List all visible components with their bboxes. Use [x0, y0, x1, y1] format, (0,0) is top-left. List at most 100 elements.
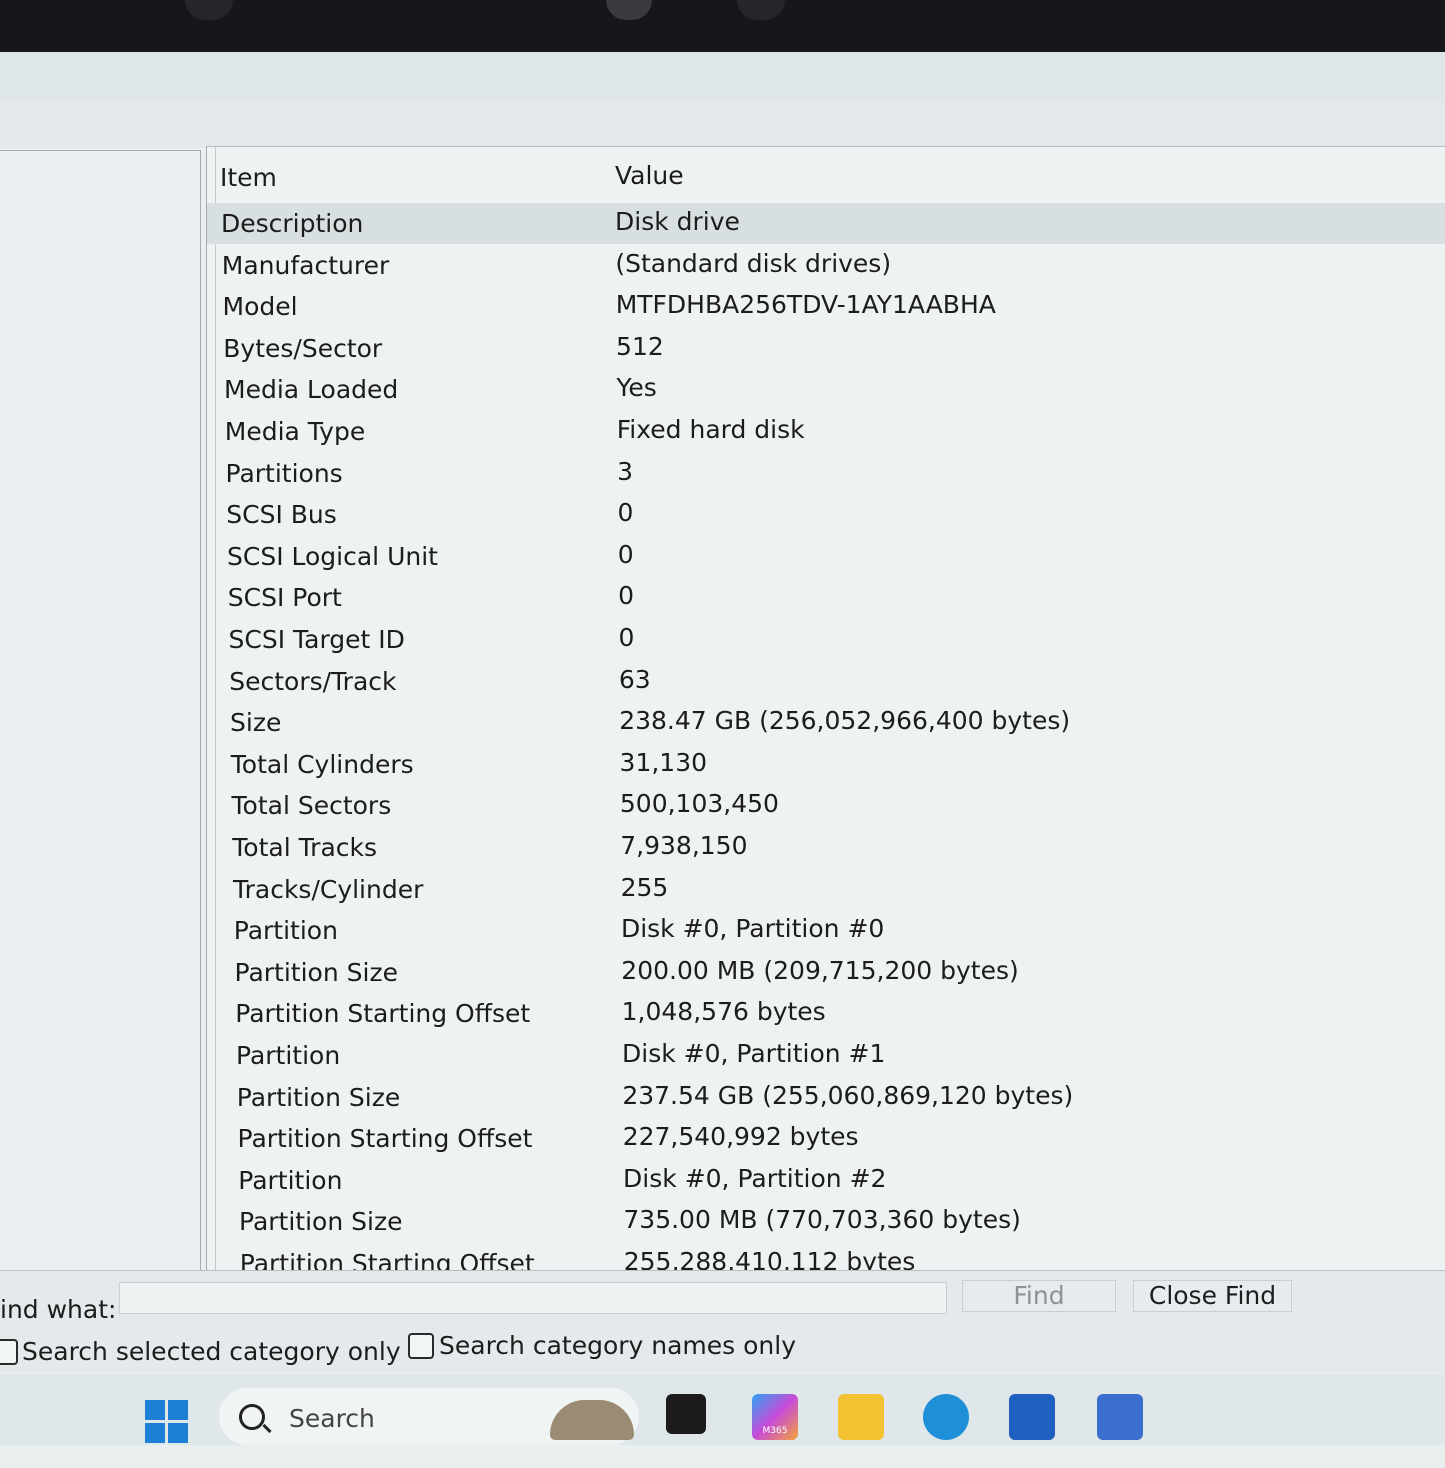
microsoft-store-icon[interactable]: [1009, 1394, 1055, 1440]
list-row[interactable]: Partition Starting Offset 255,288,410,112…: [207, 1243, 1445, 1271]
find-what-input[interactable]: [119, 1282, 947, 1314]
row-item-label: Total Cylinders: [230, 749, 414, 779]
list-row[interactable]: Total Cylinders 31,130: [207, 744, 1445, 785]
find-bar: ind what: Find Close Find Search selecte…: [0, 1270, 1445, 1373]
taskbar-search-label: Search: [289, 1404, 375, 1433]
system-information-icon[interactable]: [1097, 1394, 1143, 1440]
list-row[interactable]: SCSI Bus 0: [207, 494, 1445, 535]
row-value-label: Fixed hard disk: [616, 415, 805, 444]
list-row[interactable]: Partition Size 237.54 GB (255,060,869,120…: [207, 1077, 1445, 1118]
row-item-label: Partition Size: [234, 957, 398, 987]
list-row[interactable]: Model MTFDHBA256TDV-1AY1AABHA: [207, 286, 1445, 327]
row-item-label: Total Sectors: [231, 791, 392, 821]
row-item-label: Partition: [236, 1041, 341, 1070]
row-value-label: 0: [618, 581, 635, 611]
row-value-label: MTFDHBA256TDV-1AY1AABHA: [615, 290, 996, 320]
search-selected-category-checkbox[interactable]: [0, 1339, 18, 1365]
list-row[interactable]: Media Loaded Yes: [207, 369, 1445, 410]
row-item-label: SCSI Logical Unit: [227, 541, 438, 571]
row-item-label: Partition: [238, 1165, 343, 1195]
row-value-label: 238.47 GB (256,052,966,400 bytes): [619, 706, 1071, 736]
column-header-item[interactable]: Item: [220, 163, 277, 192]
list-row[interactable]: SCSI Port 0: [207, 577, 1445, 618]
list-header: Item Value: [207, 147, 1445, 193]
find-what-label: ind what:: [0, 1295, 117, 1324]
search-category-names-label: Search category names only: [439, 1331, 797, 1360]
row-item-label: Media Type: [224, 417, 366, 446]
edge-browser-icon[interactable]: [923, 1394, 969, 1440]
list-row[interactable]: Partition Disk #0, Partition #2: [207, 1160, 1445, 1201]
list-row[interactable]: Manufacturer (Standard disk drives): [207, 245, 1445, 286]
list-row[interactable]: Total Sectors 500,103,450: [207, 785, 1445, 826]
row-item-label: SCSI Port: [227, 583, 342, 613]
list-row[interactable]: Media Type Fixed hard disk: [207, 411, 1445, 452]
column-header-value[interactable]: Value: [615, 161, 684, 190]
row-value-label: Yes: [616, 373, 657, 403]
list-row[interactable]: Tracks/Cylinder 255: [207, 869, 1445, 910]
toolbar: [0, 100, 1445, 148]
list-row[interactable]: Partition Disk #0, Partition #0: [207, 910, 1445, 951]
windows-start-icon[interactable]: [145, 1400, 189, 1444]
row-item-label: Model: [222, 292, 298, 322]
row-item-label: Partition: [233, 916, 338, 946]
row-value-label: 237.54 GB (255,060,869,120 bytes): [622, 1080, 1074, 1110]
search-category-names-checkbox[interactable]: [408, 1333, 434, 1359]
row-item-label: Sectors/Track: [229, 666, 397, 696]
list-row[interactable]: Partition Starting Offset 227,540,992 byt…: [207, 1118, 1445, 1159]
list-row[interactable]: Bytes/Sector 512: [207, 328, 1445, 369]
list-row[interactable]: Partition Size 200.00 MB (209,715,200 byt…: [207, 952, 1445, 993]
category-tree-pane[interactable]: [0, 150, 201, 1272]
camera-lens-icon: [737, 0, 785, 20]
list-row[interactable]: SCSI Target ID 0: [207, 619, 1445, 660]
laptop-bezel: [0, 0, 1445, 52]
list-row[interactable]: Size 238.47 GB (256,052,966,400 bytes): [207, 702, 1445, 743]
row-value-label: 0: [617, 539, 634, 569]
bezel-element: [185, 0, 233, 20]
search-icon: [239, 1404, 265, 1430]
list-row[interactable]: Partition Size 735.00 MB (770,703,360 byt…: [207, 1201, 1445, 1242]
menu-bar: [0, 52, 1445, 100]
camera-shutter-icon: [606, 0, 652, 20]
row-value-label: 735.00 MB (770,703,360 bytes): [623, 1205, 1021, 1235]
row-item-label: Partition Starting Offset: [235, 999, 531, 1029]
details-list[interactable]: Item Value Description Disk drive Manufact…: [206, 146, 1445, 1271]
row-value-label: Disk #0, Partition #2: [623, 1163, 887, 1193]
find-button[interactable]: Find: [962, 1280, 1116, 1312]
row-item-label: SCSI Bus: [226, 500, 337, 530]
list-row[interactable]: Partitions 3: [207, 453, 1445, 494]
list-row[interactable]: Total Tracks 7,938,150: [207, 827, 1445, 868]
list-row[interactable]: Sectors/Track 63: [207, 661, 1445, 702]
row-value-label: 200.00 MB (209,715,200 bytes): [621, 955, 1019, 985]
list-row[interactable]: SCSI Logical Unit 0: [207, 536, 1445, 577]
row-item-label: Bytes/Sector: [223, 333, 383, 363]
list-row[interactable]: Partition Starting Offset 1,048,576 bytes: [207, 993, 1445, 1034]
row-value-label: 512: [616, 331, 664, 361]
row-item-label: Manufacturer: [221, 250, 390, 280]
row-item-label: Partition Starting Offset: [239, 1249, 535, 1271]
row-item-label: Partition Size: [239, 1207, 403, 1237]
row-value-label: 0: [617, 498, 634, 528]
row-value-label: 500,103,450: [619, 789, 779, 819]
row-item-label: Partition Size: [236, 1082, 401, 1112]
row-item-label: Partitions: [225, 458, 343, 488]
task-view-icon[interactable]: [666, 1394, 706, 1434]
row-item-label: SCSI Target ID: [228, 625, 405, 654]
row-item-label: Description: [221, 209, 364, 238]
row-value-label: Disk drive: [615, 207, 740, 236]
microsoft-365-icon[interactable]: M365: [752, 1394, 798, 1440]
row-item-label: Partition Starting Offset: [237, 1124, 533, 1154]
row-value-label: Disk #0, Partition #1: [622, 1039, 886, 1068]
list-row[interactable]: Description Disk drive: [207, 203, 1445, 244]
row-value-label: 31,130: [619, 747, 708, 777]
row-value-label: 227,540,992 bytes: [622, 1122, 859, 1152]
row-value-label: 3: [617, 456, 633, 486]
close-find-button[interactable]: Close Find: [1133, 1280, 1292, 1312]
file-explorer-icon[interactable]: [838, 1394, 884, 1440]
taskbar: Search M365: [0, 1374, 1445, 1445]
row-value-label: (Standard disk drives): [615, 248, 892, 278]
row-item-label: Size: [230, 708, 282, 738]
row-item-label: Media Loaded: [224, 375, 399, 405]
search-selected-category-label: Search selected category only: [22, 1337, 401, 1366]
row-value-label: Disk #0, Partition #0: [620, 914, 885, 944]
list-row[interactable]: Partition Disk #0, Partition #1: [207, 1035, 1445, 1076]
